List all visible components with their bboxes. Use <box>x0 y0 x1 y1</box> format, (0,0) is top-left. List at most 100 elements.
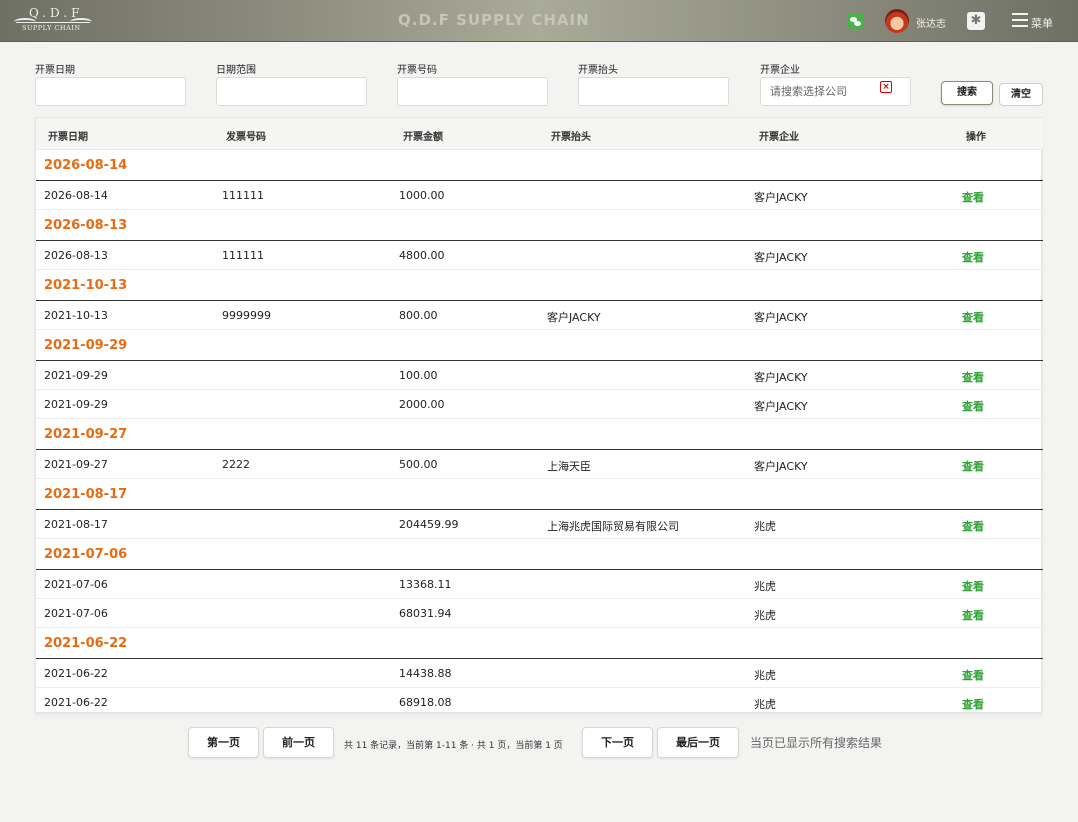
invoice-number-label: 开票号码 <box>397 65 437 76</box>
cell-company: 兆虎 <box>754 520 776 533</box>
date-group-label: 2021-09-27 <box>44 427 128 442</box>
date-group-label: 2026-08-14 <box>44 158 128 173</box>
cell-amount: 68918.08 <box>399 696 452 709</box>
cell-amount: 1000.00 <box>399 189 445 202</box>
cell-amount: 800.00 <box>399 309 438 322</box>
search-button[interactable]: 搜索 <box>941 81 993 105</box>
cell-invoice-number: 2222 <box>222 458 250 471</box>
cell-date: 2026-08-14 <box>44 189 108 202</box>
settings-icon[interactable]: ✱ <box>967 12 985 30</box>
cell-date: 2021-09-29 <box>44 398 108 411</box>
first-page-button[interactable]: 第一页 <box>188 727 259 758</box>
cell-date: 2021-09-27 <box>44 458 108 471</box>
clear-button[interactable]: 清空 <box>999 83 1043 106</box>
menu-label: 菜单 <box>1031 17 1053 30</box>
column-header: 开票日期 <box>48 132 88 143</box>
date-group-label: 2021-07-06 <box>44 547 128 562</box>
table-row: 2021-10-13 9999999 800.00 客户JACKY 客户JACKY 查看 <box>36 301 1043 330</box>
cell-invoice-number: 111111 <box>222 249 264 262</box>
cell-amount: 4800.00 <box>399 249 445 262</box>
cell-company: 兆虎 <box>754 580 776 593</box>
column-header: 操作 <box>966 132 986 143</box>
cell-date: 2021-07-06 <box>44 607 108 620</box>
table-row: 2026-08-14 111111 1000.00 客户JACKY 查看 <box>36 181 1043 210</box>
cell-company: 客户JACKY <box>754 191 808 204</box>
prev-page-button[interactable]: 前一页 <box>263 727 334 758</box>
company-search-input[interactable] <box>761 78 876 105</box>
date-range-input[interactable] <box>216 77 367 106</box>
invoice-table: 开票日期 发票号码 开票金额 开票抬头 开票企业 操作 2026-08-14 20… <box>35 117 1043 717</box>
column-header: 开票企业 <box>759 132 799 143</box>
date-group-row: 2021-10-13 <box>36 270 1043 301</box>
view-link[interactable]: 查看 <box>962 398 984 414</box>
cell-company: 兆虎 <box>754 669 776 682</box>
cell-company: 客户JACKY <box>754 400 808 413</box>
date-group-row: 2026-08-14 <box>36 150 1043 181</box>
table-row: 2021-06-22 14438.88 兆虎 查看 <box>36 659 1043 688</box>
table-row: 2021-07-06 13368.11 兆虎 查看 <box>36 570 1043 599</box>
cell-date: 2021-09-29 <box>44 369 108 382</box>
view-link[interactable]: 查看 <box>962 369 984 385</box>
logo-text-top: Q.D.F <box>29 6 84 20</box>
clear-icon[interactable]: × <box>880 81 892 93</box>
cell-date: 2026-08-13 <box>44 249 108 262</box>
pagination-info: 共 11 条记录，当前第 1-11 条 · 共 1 页，当前第 1 页 <box>344 741 563 751</box>
date-group-row: 2026-08-13 <box>36 210 1043 241</box>
table-row: 2021-09-27 2222 500.00 上海天臣 客户JACKY 查看 <box>36 450 1043 479</box>
invoice-title-input[interactable] <box>578 77 729 106</box>
view-link[interactable]: 查看 <box>962 607 984 623</box>
table-body: 2026-08-14 2026-08-14 111111 1000.00 客户JACKY… <box>36 150 1043 717</box>
view-link[interactable]: 查看 <box>962 667 984 683</box>
cell-amount: 13368.11 <box>399 578 452 591</box>
company-label: 开票企业 <box>760 65 800 76</box>
cell-invoice-number: 111111 <box>222 189 264 202</box>
logo-divider <box>16 22 90 23</box>
username[interactable]: 张达志 <box>916 15 946 30</box>
invoice-title-label: 开票抬头 <box>578 65 618 76</box>
view-link[interactable]: 查看 <box>962 249 984 265</box>
cell-date: 2021-06-22 <box>44 696 108 709</box>
view-link[interactable]: 查看 <box>962 518 984 534</box>
view-link[interactable]: 查看 <box>962 309 984 325</box>
invoice-date-label: 开票日期 <box>35 65 75 76</box>
cell-invoice-number: 9999999 <box>222 309 271 322</box>
table-header: 开票日期 发票号码 开票金额 开票抬头 开票企业 操作 <box>36 118 1043 150</box>
invoice-date-input[interactable] <box>35 77 186 106</box>
menu-icon <box>1012 13 1028 27</box>
results-complete-text: 当页已显示所有搜索结果 <box>750 736 883 750</box>
cell-company: 兆虎 <box>754 698 776 711</box>
cell-company: 客户JACKY <box>754 311 808 324</box>
date-group-row: 2021-06-22 <box>36 628 1043 659</box>
view-link[interactable]: 查看 <box>962 578 984 594</box>
cell-date: 2021-07-06 <box>44 578 108 591</box>
cell-amount: 204459.99 <box>399 518 459 531</box>
table-row: 2021-08-17 204459.99 上海兆虎国际贸易有限公司 兆虎 查看 <box>36 510 1043 539</box>
cell-invoice-title: 上海兆虎国际贸易有限公司 <box>547 520 679 533</box>
table-row: 2021-09-29 100.00 客户JACKY 查看 <box>36 361 1043 390</box>
last-page-button[interactable]: 最后一页 <box>657 727 739 758</box>
wechat-icon[interactable] <box>848 13 864 29</box>
view-link[interactable]: 查看 <box>962 696 984 712</box>
menu-button[interactable]: 菜单 <box>1012 12 1056 30</box>
brand-title: Q.D.F SUPPLY CHAIN <box>398 11 590 29</box>
logo-text-bottom: SUPPLY CHAIN <box>22 24 81 32</box>
cell-invoice-title: 客户JACKY <box>547 311 601 324</box>
cell-amount: 500.00 <box>399 458 438 471</box>
view-link[interactable]: 查看 <box>962 189 984 205</box>
cell-date: 2021-08-17 <box>44 518 108 531</box>
next-page-button[interactable]: 下一页 <box>582 727 653 758</box>
date-group-row: 2021-08-17 <box>36 479 1043 510</box>
cell-company: 兆虎 <box>754 609 776 622</box>
invoice-number-input[interactable] <box>397 77 548 106</box>
column-header: 发票号码 <box>226 132 266 143</box>
date-group-row: 2021-09-27 <box>36 419 1043 450</box>
table-row: 2021-09-29 2000.00 客户JACKY 查看 <box>36 390 1043 419</box>
view-link[interactable]: 查看 <box>962 458 984 474</box>
company-logo[interactable]: Q.D.F SUPPLY CHAIN <box>14 6 92 34</box>
avatar[interactable] <box>885 9 909 33</box>
cell-amount: 14438.88 <box>399 667 452 680</box>
date-group-row: 2021-09-29 <box>36 330 1043 361</box>
company-select[interactable]: × <box>760 77 911 106</box>
cell-amount: 68031.94 <box>399 607 452 620</box>
cell-company: 客户JACKY <box>754 251 808 264</box>
